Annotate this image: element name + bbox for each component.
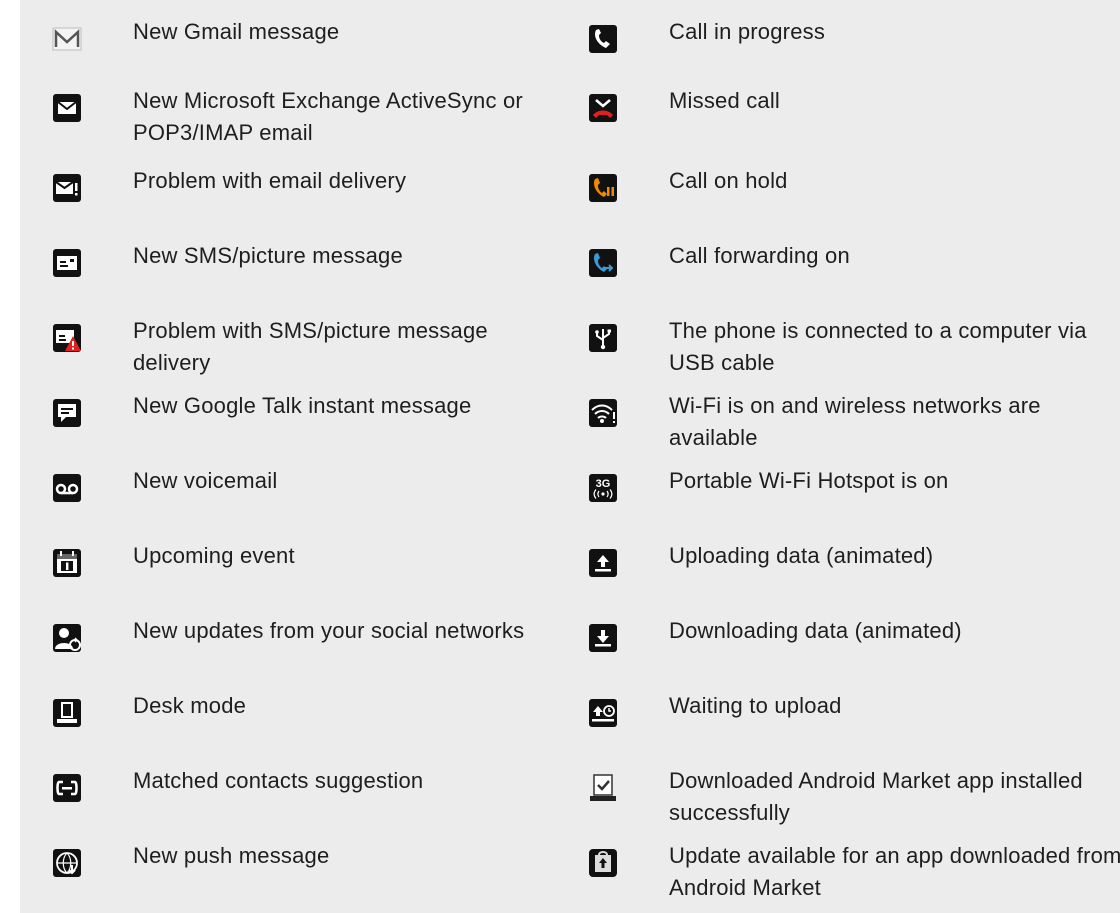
legend-label: Downloading data (animated) bbox=[669, 618, 962, 643]
waiting-upload-icon bbox=[588, 698, 618, 728]
legend-label: Matched contacts suggestion bbox=[133, 768, 424, 793]
legend-label: Portable Wi-Fi Hotspot is on bbox=[669, 468, 949, 493]
legend-item-wifi-available: Wi-Fi is on and wireless networks are av… bbox=[548, 374, 1120, 450]
legend-label: Missed call bbox=[669, 88, 781, 113]
legend-item-email-problem: Problem with email delivery bbox=[20, 149, 548, 224]
legend-label: Desk mode bbox=[133, 693, 247, 718]
status-icon-grid: New Gmail message Call in progress New M… bbox=[20, 0, 1120, 900]
legend-label: Downloaded Android Market app installed … bbox=[669, 768, 1083, 825]
call-forwarding-icon bbox=[588, 248, 618, 278]
upload-icon bbox=[588, 548, 618, 578]
legend-item-waiting-upload: Waiting to upload bbox=[548, 674, 1120, 749]
usb-icon bbox=[588, 323, 618, 353]
legend-label: New SMS/picture message bbox=[133, 243, 403, 268]
call-in-progress-icon bbox=[588, 24, 618, 54]
wifi-available-icon bbox=[588, 398, 618, 428]
legend-item-downloading: Downloading data (animated) bbox=[548, 599, 1120, 674]
legend-item-hotspot: 3G Portable Wi-Fi Hotspot is on bbox=[548, 449, 1120, 524]
legend-item-gmail: New Gmail message bbox=[20, 0, 548, 69]
voicemail-icon bbox=[52, 473, 82, 503]
google-talk-icon bbox=[52, 398, 82, 428]
legend-item-usb: The phone is connected to a computer via… bbox=[548, 299, 1120, 375]
legend-label: Call in progress bbox=[669, 19, 826, 44]
legend-label: Problem with SMS/picture message deliver… bbox=[133, 318, 488, 375]
legend-item-missed-call: Missed call bbox=[548, 69, 1120, 149]
legend-item-sms: New SMS/picture message bbox=[20, 224, 548, 299]
legend-label: Call forwarding on bbox=[669, 243, 850, 268]
missed-call-icon bbox=[588, 93, 618, 123]
legend-item-social-updates: New updates from your social networks bbox=[20, 599, 548, 674]
social-update-icon bbox=[52, 623, 82, 653]
legend-label: The phone is connected to a computer via… bbox=[669, 318, 1087, 375]
calendar-icon bbox=[52, 548, 82, 578]
legend-item-sms-problem: Problem with SMS/picture message deliver… bbox=[20, 299, 548, 375]
legend-label: New Gmail message bbox=[133, 19, 340, 44]
download-icon bbox=[588, 623, 618, 653]
legend-item-email: New Microsoft Exchange ActiveSync or POP… bbox=[20, 69, 548, 149]
legend-label: Call on hold bbox=[669, 168, 788, 193]
sms-warning-icon bbox=[52, 323, 82, 353]
legend-item-push-message: New push message bbox=[20, 824, 548, 899]
legend-label: New Microsoft Exchange ActiveSync or POP… bbox=[133, 88, 523, 145]
hotspot-icon-text: 3G bbox=[596, 478, 611, 490]
sms-icon bbox=[52, 248, 82, 278]
legend-item-upcoming-event: Upcoming event bbox=[20, 524, 548, 599]
email-warning-icon bbox=[52, 173, 82, 203]
legend-item-desk-mode: Desk mode bbox=[20, 674, 548, 749]
call-on-hold-icon bbox=[588, 173, 618, 203]
legend-item-market-update: Update available for an app downloaded f… bbox=[548, 824, 1120, 900]
legend-label: Uploading data (animated) bbox=[669, 543, 934, 568]
legend-label: New push message bbox=[133, 843, 330, 868]
legend-label: Update available for an app downloaded f… bbox=[669, 843, 1120, 900]
desk-mode-icon bbox=[52, 698, 82, 728]
legend-label: New voicemail bbox=[133, 468, 278, 493]
legend-item-call-in-progress: Call in progress bbox=[548, 0, 1120, 69]
market-installed-icon bbox=[588, 773, 618, 803]
gmail-icon bbox=[52, 24, 82, 54]
market-update-icon bbox=[588, 848, 618, 878]
push-message-icon bbox=[52, 848, 82, 878]
legend-item-matched-contacts: Matched contacts suggestion bbox=[20, 749, 548, 824]
legend-item-market-installed: Downloaded Android Market app installed … bbox=[548, 749, 1120, 825]
legend-item-call-forwarding: Call forwarding on bbox=[548, 224, 1120, 299]
legend-item-call-on-hold: Call on hold bbox=[548, 149, 1120, 224]
email-icon bbox=[52, 93, 82, 123]
legend-item-uploading: Uploading data (animated) bbox=[548, 524, 1120, 599]
legend-label: Upcoming event bbox=[133, 543, 295, 568]
legend-item-voicemail: New voicemail bbox=[20, 449, 548, 524]
matched-contacts-icon bbox=[52, 773, 82, 803]
legend-item-google-talk: New Google Talk instant message bbox=[20, 374, 548, 449]
legend-label: Waiting to upload bbox=[669, 693, 842, 718]
hotspot-icon: 3G bbox=[588, 473, 618, 503]
legend-label: Wi-Fi is on and wireless networks are av… bbox=[669, 393, 1041, 450]
legend-label: New Google Talk instant message bbox=[133, 393, 472, 418]
legend-label: New updates from your social networks bbox=[133, 618, 525, 643]
legend-label: Problem with email delivery bbox=[133, 168, 407, 193]
